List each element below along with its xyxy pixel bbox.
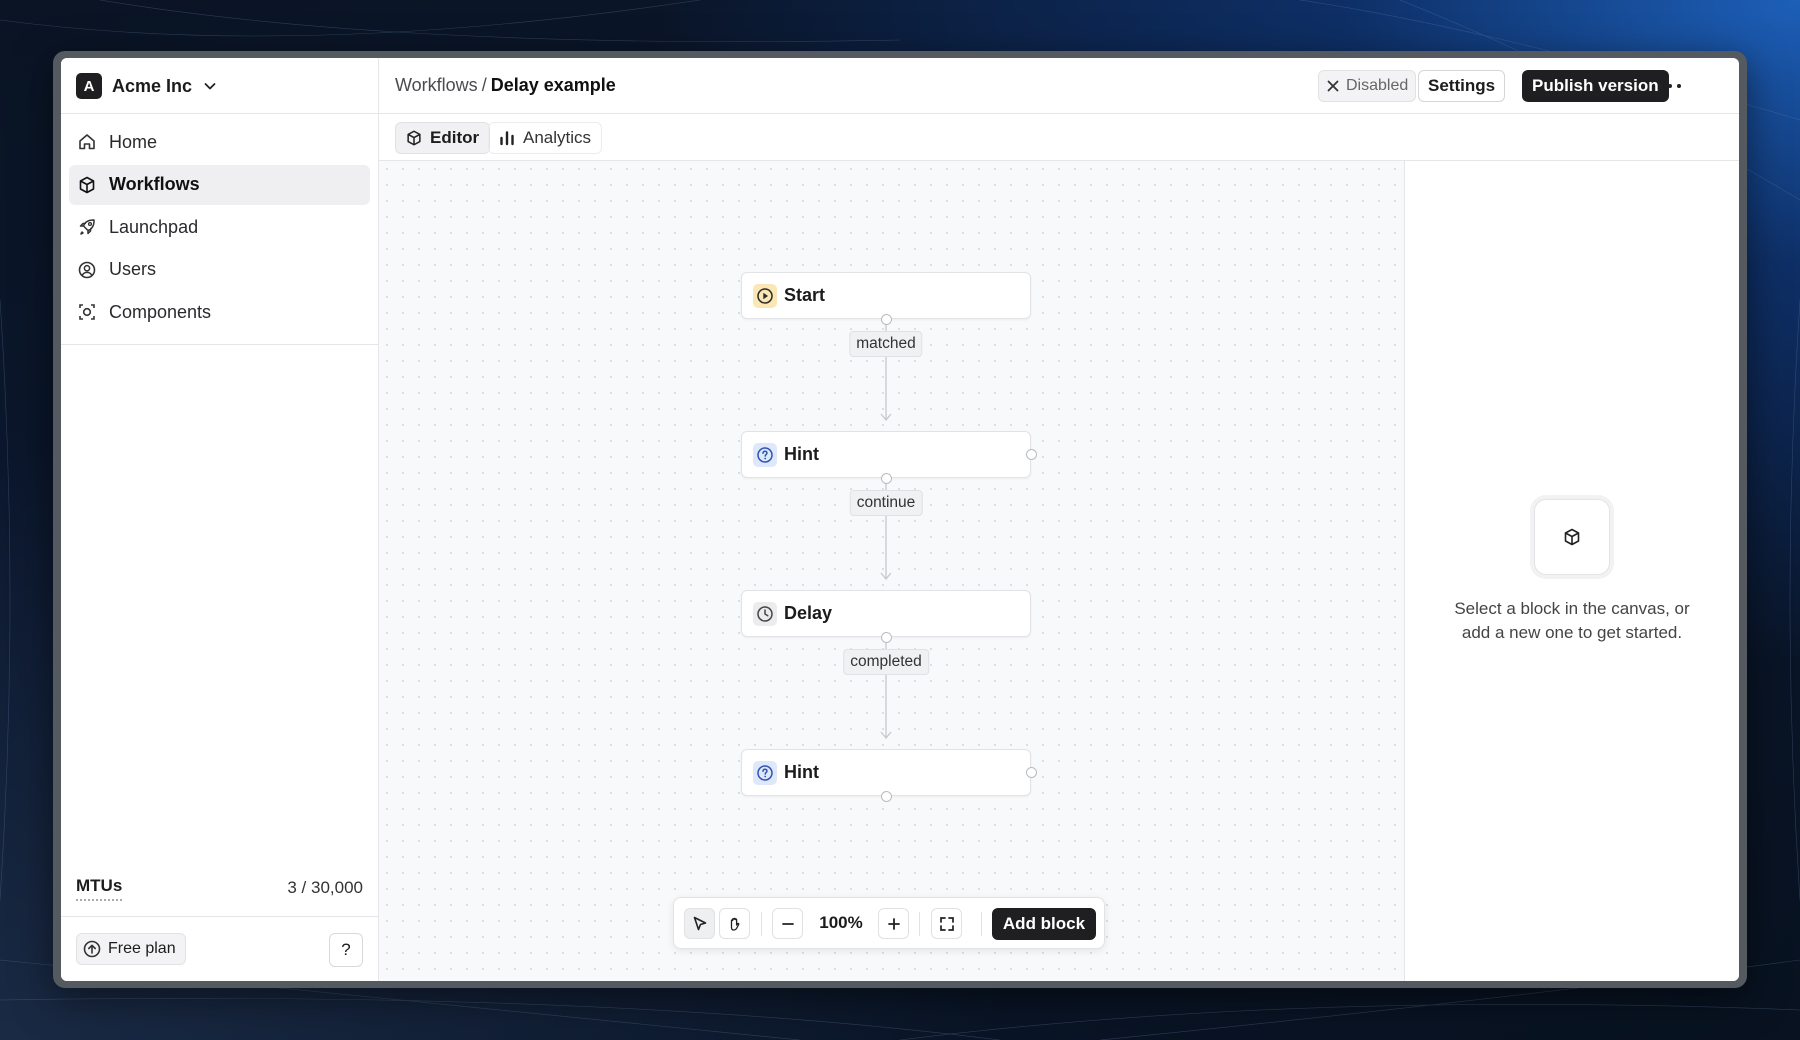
org-avatar: A <box>76 73 102 99</box>
empty-state-line: add a new one to get started. <box>1461 623 1683 642</box>
app-surface: A Acme Inc Home Workflows Launchpad User… <box>61 58 1739 981</box>
node-label: Delay <box>784 603 833 623</box>
toolbar-separator <box>919 912 920 936</box>
sidebar-item-home[interactable]: Home <box>69 122 370 162</box>
node-output-handle[interactable] <box>881 791 892 802</box>
sidebar: A Acme Inc Home Workflows Launchpad User… <box>61 58 379 981</box>
sidebar-item-workflows[interactable]: Workflows <box>69 164 370 205</box>
cube-icon <box>1564 528 1580 546</box>
pan-tool-button[interactable] <box>719 908 750 939</box>
component-icon <box>79 304 95 320</box>
sidebar-item-launchpad[interactable]: Launchpad <box>69 207 370 247</box>
home-icon <box>79 134 95 150</box>
cube-icon <box>79 176 95 193</box>
help-circle-icon <box>753 442 777 467</box>
sidebar-item-label: Home <box>109 131 158 152</box>
edge-label[interactable]: matched <box>849 331 923 357</box>
org-name: Acme Inc <box>112 75 193 96</box>
zoom-in-button[interactable] <box>878 908 909 939</box>
workflow-canvas[interactable]: Start matched Hint continue Delay comple… <box>379 161 1405 981</box>
more-options-button[interactable] <box>1654 71 1686 101</box>
edge-label[interactable]: continue <box>849 490 923 516</box>
fullscreen-icon <box>939 916 954 931</box>
workflow-node-hint[interactable]: Hint <box>741 749 1031 796</box>
tab-bar: Editor Analytics <box>379 114 1739 161</box>
node-label: Hint <box>784 762 819 782</box>
tab-editor[interactable]: Editor <box>395 122 491 154</box>
sidebar-nav: Home Workflows Launchpad Users Component… <box>69 122 370 335</box>
sidebar-item-label: Components <box>109 301 212 322</box>
sidebar-item-label: Users <box>109 259 157 279</box>
node-output-handle[interactable] <box>881 473 892 484</box>
usage-label[interactable]: MTUs <box>76 876 123 901</box>
tab-label: Editor <box>430 128 480 147</box>
zoom-level: 100% <box>819 913 863 932</box>
minus-icon <box>781 922 794 925</box>
sidebar-divider <box>61 916 378 917</box>
node-side-handle[interactable] <box>1026 449 1037 460</box>
chevron-down-icon <box>204 83 216 90</box>
workflow-node-delay[interactable]: Delay <box>741 590 1031 637</box>
fit-view-button[interactable] <box>931 908 962 939</box>
breadcrumb-separator: / <box>481 75 487 95</box>
help-circle-icon <box>753 760 777 785</box>
node-output-handle[interactable] <box>881 314 892 325</box>
breadcrumb-workflows[interactable]: Workflows <box>395 75 478 95</box>
empty-state-icon <box>1534 499 1610 575</box>
sidebar-item-components[interactable]: Components <box>69 292 370 332</box>
help-button[interactable]: ? <box>329 933 363 967</box>
node-output-handle[interactable] <box>881 632 892 643</box>
breadcrumb: Workflows / Delay example <box>395 75 616 96</box>
close-icon <box>1327 80 1339 92</box>
plan-label: Free plan <box>108 940 176 957</box>
add-block-button[interactable]: Add block <box>992 908 1096 940</box>
sidebar-divider <box>61 113 378 114</box>
cursor-icon <box>693 916 706 930</box>
bar-chart-icon <box>500 131 514 146</box>
toolbar-separator <box>981 912 982 936</box>
more-horizontal-icon <box>1659 84 1681 88</box>
empty-state-message: Select a block in the canvas, or add a n… <box>1405 597 1739 645</box>
hand-icon <box>730 917 739 931</box>
sidebar-divider <box>61 344 378 345</box>
org-switcher[interactable]: A Acme Inc <box>76 72 218 100</box>
tab-label: Analytics <box>523 128 592 147</box>
tab-analytics[interactable]: Analytics <box>488 122 603 154</box>
select-tool-button[interactable] <box>684 908 715 939</box>
edge-label[interactable]: completed <box>843 649 929 675</box>
arrow-up-circle-icon <box>83 940 101 958</box>
node-side-handle[interactable] <box>1026 767 1037 778</box>
empty-state-line: Select a block in the canvas, or <box>1454 599 1690 618</box>
workflow-node-hint[interactable]: Hint <box>741 431 1031 478</box>
sidebar-item-label: Launchpad <box>109 216 199 237</box>
node-label: Hint <box>784 444 819 464</box>
workflow-node-start[interactable]: Start <box>741 272 1031 319</box>
app-window: A Acme Inc Home Workflows Launchpad User… <box>53 51 1747 988</box>
user-circle-icon <box>78 261 96 278</box>
clock-icon <box>753 601 777 626</box>
status-label: Disabled <box>1346 77 1409 94</box>
plan-button[interactable]: Free plan <box>76 933 186 965</box>
status-toggle[interactable]: Disabled <box>1318 70 1417 102</box>
sidebar-item-label: Workflows <box>109 174 200 194</box>
play-circle-icon <box>753 283 777 308</box>
toolbar-separator <box>761 912 762 936</box>
publish-version-button[interactable]: Publish version <box>1522 70 1669 102</box>
cube-icon <box>407 130 421 146</box>
usage-value: 3 / 30,000 <box>287 878 363 897</box>
canvas-toolbar: 100% Add block <box>673 897 1105 949</box>
page-title: Delay example <box>490 75 616 95</box>
settings-button[interactable]: Settings <box>1418 70 1506 102</box>
plus-icon <box>887 917 900 930</box>
sidebar-item-users[interactable]: Users <box>69 250 370 290</box>
zoom-out-button[interactable] <box>772 908 803 939</box>
top-header: Workflows / Delay example Disabled Setting… <box>379 58 1739 114</box>
properties-panel: Select a block in the canvas, or add a n… <box>1405 161 1739 981</box>
node-label: Start <box>784 285 826 305</box>
rocket-icon <box>79 219 95 235</box>
